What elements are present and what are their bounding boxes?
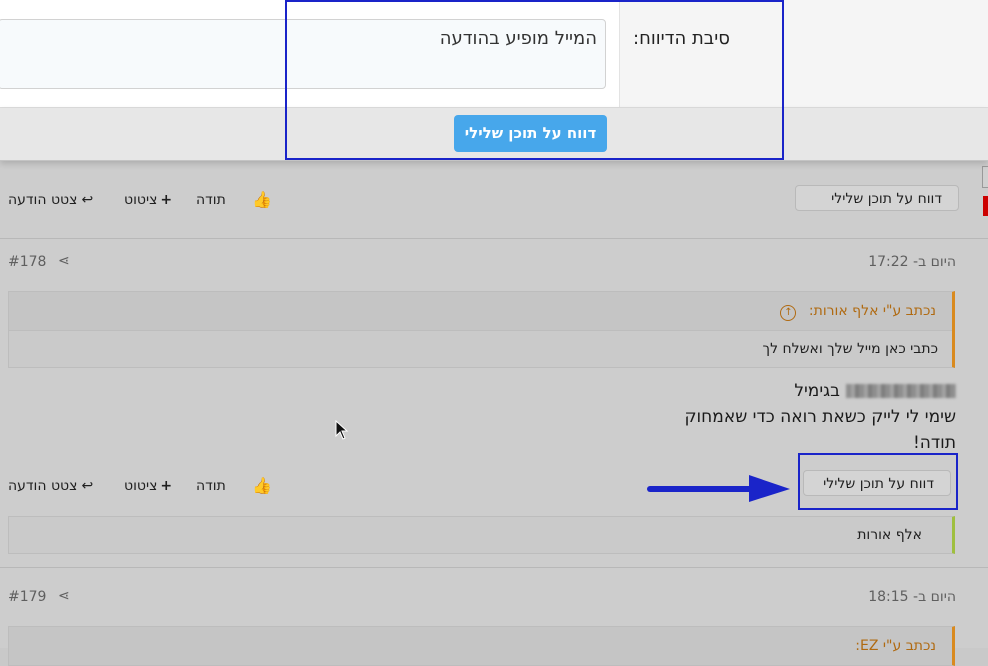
report-button[interactable]: דווח על תוכן שלילי <box>795 185 959 211</box>
plus-icon: + <box>160 192 173 208</box>
report-button[interactable]: דווח על תוכן שלילי <box>803 470 951 496</box>
post-time: היום ב- 17:22 <box>868 254 956 270</box>
post-actions: ↩צטט הודעה +ציטוט תודה 👍 <box>8 185 408 215</box>
reply-icon: ↩ <box>81 478 94 494</box>
post-meta: #178 ⋖ היום ב- 17:22 <box>8 251 956 275</box>
quote-box: נכתב ע"י אלף אורות: ↑ כתבי כאן מייל שלך … <box>8 291 955 368</box>
post-number[interactable]: #179 <box>8 589 46 605</box>
quote-author: נכתב ע"י EZ: <box>855 638 936 654</box>
post-previous: ↩צטט הודעה +ציטוט תודה 👍 דווח על תוכן של… <box>0 160 988 238</box>
reply-icon: ↩ <box>81 192 94 208</box>
report-dialog: סיבת הדיווח: המייל מופיע בהודעה <box>0 0 988 108</box>
submit-report-button[interactable]: דווח על תוכן שלילי <box>454 115 607 152</box>
post-number[interactable]: #178 <box>8 254 46 270</box>
message-line-3: תודה! <box>912 433 956 453</box>
plus-icon: + <box>160 478 173 494</box>
annotation-arrow-icon <box>647 475 790 502</box>
quote-header: נכתב ע"י EZ: <box>9 627 952 666</box>
thanks-link[interactable]: תודה <box>196 471 226 501</box>
scroll-handle[interactable] <box>982 166 988 188</box>
post-time: היום ב- 18:15 <box>868 589 956 605</box>
red-marker <box>983 196 988 216</box>
quote-link[interactable]: +ציטוט <box>124 185 172 215</box>
message-line-2: שימי לי לייק כשאת רואה כדי שאמחוק <box>684 407 956 427</box>
post-179: #179 ⋖ היום ב- 18:15 נכתב ע"י EZ: <box>0 568 988 666</box>
reason-input[interactable]: המייל מופיע בהודעה <box>0 19 606 89</box>
label-column: סיבת הדיווח: <box>619 0 988 107</box>
quote-author: נכתב ע"י אלף אורות: <box>808 303 936 319</box>
thanks-link[interactable]: תודה <box>196 185 226 215</box>
quote-header: נכתב ע"י אלף אורות: ↑ <box>9 292 952 331</box>
quote-post-link[interactable]: ↩צטט הודעה <box>8 471 93 501</box>
mouse-cursor-icon <box>335 420 349 440</box>
share-icon[interactable]: ⋖ <box>58 588 70 604</box>
message-line-1: בגימיל <box>794 381 956 401</box>
blurred-email <box>846 384 956 398</box>
post-meta: #179 ⋖ היום ב- 18:15 <box>8 586 956 610</box>
quote-box: נכתב ע"י EZ: <box>8 626 955 666</box>
signature: אלף אורות <box>8 516 955 554</box>
like-icon[interactable]: 👍 <box>252 185 272 215</box>
post-178: #178 ⋖ היום ב- 17:22 נכתב ע"י אלף אורות:… <box>0 239 988 567</box>
quote-text: כתבי כאן מייל שלך ואשלח לך <box>762 341 938 357</box>
post-actions: ↩צטט הודעה +ציטוט תודה 👍 <box>8 471 408 501</box>
quote-post-link[interactable]: ↩צטט הודעה <box>8 185 93 215</box>
arrow-up-circle-icon[interactable]: ↑ <box>780 305 797 321</box>
share-icon[interactable]: ⋖ <box>58 253 70 269</box>
like-icon[interactable]: 👍 <box>252 471 272 501</box>
quote-link[interactable]: +ציטוט <box>124 471 172 501</box>
reason-label: סיבת הדיווח: <box>633 28 730 49</box>
